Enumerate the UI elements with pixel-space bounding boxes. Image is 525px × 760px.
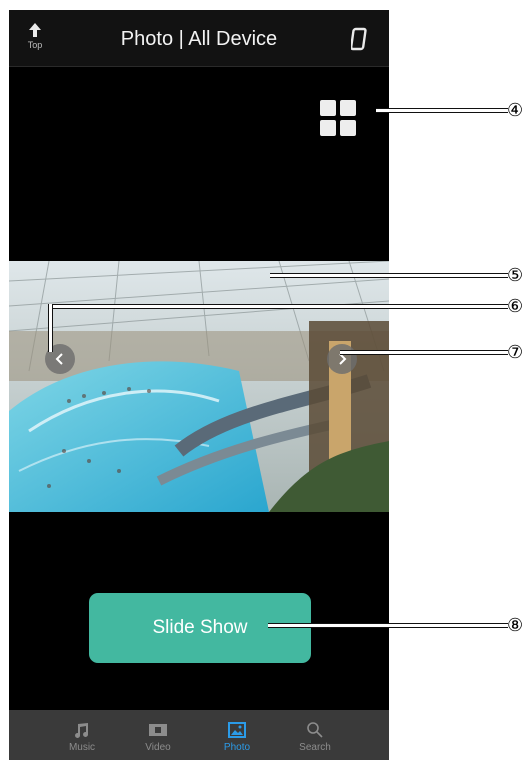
callout-number-5: ⑤	[507, 265, 524, 286]
header-bar: Top Photo | All Device	[9, 10, 389, 67]
grid-view-icon-cell	[340, 100, 356, 116]
slide-show-button[interactable]: Slide Show	[89, 593, 311, 663]
callout-line-7	[340, 350, 508, 355]
callout-line-4	[376, 108, 508, 113]
callout-number-8: ⑧	[507, 615, 524, 636]
callout-line-6-vertical	[48, 304, 53, 352]
phone-icon	[349, 27, 367, 51]
up-arrow-icon	[29, 23, 41, 37]
top-label: Top	[27, 40, 43, 50]
callout-line-5	[270, 273, 508, 278]
tab-photo[interactable]: Photo	[202, 710, 272, 760]
callout-number-4: ④	[507, 100, 524, 121]
top-button[interactable]: Top	[23, 22, 47, 58]
tab-video-label: Video	[145, 742, 171, 753]
tab-music-label: Music	[68, 742, 96, 753]
search-icon	[307, 722, 323, 738]
photo-icon	[228, 722, 246, 738]
device-select-button[interactable]	[349, 27, 369, 51]
tab-music[interactable]: Music	[47, 710, 117, 760]
callout-number-6: ⑥	[507, 296, 524, 317]
video-icon	[149, 724, 167, 736]
music-note-icon	[75, 723, 89, 738]
grid-view-icon	[320, 100, 336, 116]
tab-video[interactable]: Video	[123, 710, 193, 760]
bottom-tab-bar: Music Video Photo Search	[9, 710, 389, 760]
tab-search-label: Search	[299, 742, 331, 753]
grid-view-icon-cell	[320, 120, 336, 136]
tab-search[interactable]: Search	[280, 710, 350, 760]
next-photo-button[interactable]	[327, 344, 357, 374]
callout-line-8	[268, 623, 508, 628]
callout-line-6	[50, 304, 508, 309]
callout-number-7: ⑦	[507, 342, 524, 363]
page-title: Photo | All Device	[120, 28, 278, 50]
photo-image[interactable]	[9, 261, 389, 512]
chevron-left-icon	[55, 353, 63, 365]
grid-view-icon-cell	[340, 120, 356, 136]
app-screen: Top Photo | All Device Slide Show Music …	[9, 10, 389, 760]
tab-photo-label: Photo	[223, 742, 251, 753]
grid-view-button[interactable]	[320, 100, 358, 138]
